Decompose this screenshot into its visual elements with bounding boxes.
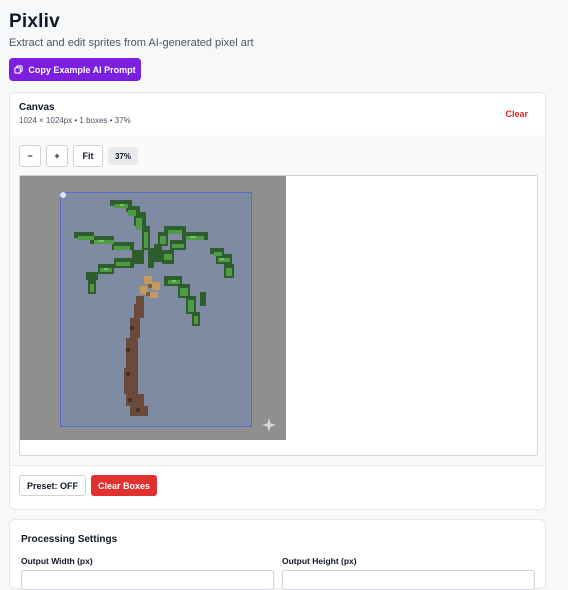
preset-toggle-button[interactable]: Preset: OFF — [19, 475, 86, 496]
canvas-card: Canvas 1024 × 1024px • 1 boxes • 37% Cle… — [9, 92, 546, 510]
processing-settings-card: Processing Settings Output Width (px) Ou… — [9, 519, 546, 590]
sparkle-icon — [262, 418, 276, 432]
app-subtitle: Extract and edit sprites from AI-generat… — [9, 37, 254, 49]
fit-button[interactable]: Fit — [73, 145, 103, 167]
output-height-input[interactable] — [282, 570, 535, 590]
copy-example-prompt-button[interactable]: Copy Example AI Prompt — [9, 58, 141, 81]
zoom-out-button[interactable]: − — [19, 145, 41, 167]
zoom-in-button[interactable]: + — [46, 145, 68, 167]
canvas-viewport[interactable] — [19, 175, 538, 456]
canvas-title: Canvas — [19, 102, 55, 113]
clear-canvas-button[interactable]: Clear — [505, 109, 528, 119]
copy-example-prompt-label: Copy Example AI Prompt — [28, 64, 136, 75]
output-width-input[interactable] — [21, 570, 274, 590]
app-title: Pixliv — [9, 11, 60, 32]
clear-boxes-button[interactable]: Clear Boxes — [91, 475, 157, 496]
canvas-header: Canvas 1024 × 1024px • 1 boxes • 37% Cle… — [10, 93, 545, 136]
canvas-workspace: − + Fit 37% — [10, 135, 545, 466]
zoom-level-badge: 37% — [108, 147, 138, 165]
palm-tree-sprite — [74, 200, 234, 416]
output-height-label: Output Height (px) — [282, 556, 357, 566]
processing-settings-title: Processing Settings — [21, 534, 118, 545]
copy-icon — [14, 65, 24, 74]
canvas-meta: 1024 × 1024px • 1 boxes • 37% — [19, 116, 131, 125]
output-width-label: Output Width (px) — [21, 556, 93, 566]
